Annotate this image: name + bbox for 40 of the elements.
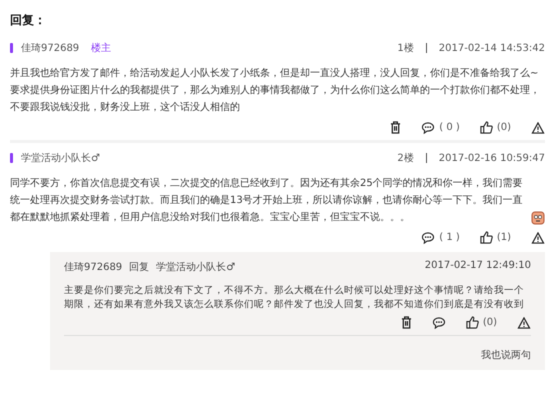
author-tag: 楼主 <box>91 41 112 55</box>
comment-button[interactable]: ( 0 ) <box>421 121 460 134</box>
section-heading: 回复： <box>10 12 47 29</box>
author-marker <box>10 43 13 53</box>
post-date: 2017-02-16 10:59:47 <box>438 152 545 164</box>
floor-number: 2楼 <box>397 152 414 165</box>
reply-author[interactable]: 佳琦972689 <box>64 260 122 274</box>
reply-date: 2017-02-17 12:49:10 <box>424 260 531 273</box>
floor-number: 1楼 <box>397 42 414 55</box>
trash-icon <box>390 121 402 134</box>
trash-icon <box>400 316 412 329</box>
reply-target[interactable]: 学堂活动小队长♂ <box>156 260 236 274</box>
warning-icon <box>531 232 545 244</box>
reply-verb: 回复 <box>129 261 150 274</box>
speech-bubble-icon <box>432 316 446 328</box>
speech-bubble-icon <box>421 232 436 244</box>
author-marker <box>10 153 13 163</box>
delete-button[interactable] <box>390 121 402 134</box>
thumbs-up-icon <box>480 121 493 134</box>
thumbs-up-icon <box>466 316 479 329</box>
speech-bubble-icon <box>421 122 436 134</box>
like-button[interactable]: (0) <box>466 316 497 329</box>
comment-button[interactable]: ( 1 ) <box>421 231 460 244</box>
author-name[interactable]: 学堂活动小队长♂ <box>21 151 100 165</box>
like-button[interactable]: (1) <box>480 231 511 244</box>
post-date: 2017-02-14 14:53:42 <box>438 42 545 54</box>
reply-text: 主要是你们要完之后就没有下文了，不得不方。那么大概在什么时候可以处理好这个事情呢？请给我一个期限，还有如果有意外我又该怎么联系你们呢？邮件发了也没人回复，我都不知道你们到底是有没有收到 <box>64 284 525 312</box>
report-button[interactable] <box>517 316 531 329</box>
thumbs-up-icon <box>480 231 493 244</box>
post-text: 同学不要方，你首次信息提交有误，二次提交的信息已经收到了。因为还有其余25个同学的情况和你一样，我们需要统一处理再次提交财务尝试打款。而且我们的确是13号才开始上班，所以请你谅解，也请你耐心等一下下。我们一直都在默默地抓紧处理着，但用户信息没给对我们也很着急。宝宝心里苦，但宝宝不说。。。 <box>10 176 524 225</box>
comment-button[interactable] <box>432 316 446 329</box>
author-name[interactable]: 佳琦972689 <box>21 41 80 55</box>
write-reply-link[interactable]: 我也说两句 <box>481 350 531 361</box>
report-button[interactable] <box>531 231 545 244</box>
warning-icon <box>517 316 531 328</box>
like-button[interactable]: (0) <box>480 121 511 134</box>
warning-icon <box>531 122 545 134</box>
delete-button[interactable] <box>400 316 412 329</box>
report-button[interactable] <box>531 121 545 134</box>
post-text: 并且我也给官方发了邮件，给活动发起人小队长发了小纸条，但是却一直没人搭理，没人回复，你们是不准备给我了么~要求提供身份证图片什么的我都提供了，那么为难别人的事情我都做了，为什么你们这么简单的一个打款你们都不处理，不要跟我说钱没批，财务没上班，这个话没人相信的 <box>10 66 541 115</box>
